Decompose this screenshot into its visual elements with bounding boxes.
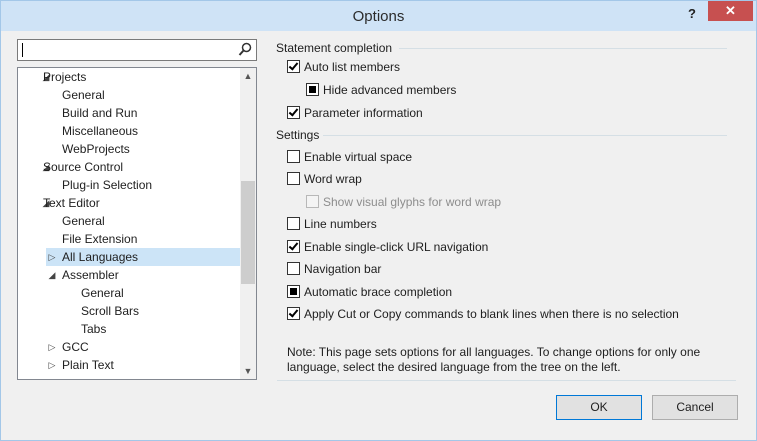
section-divider <box>399 48 727 49</box>
tree-item-label: General <box>81 286 124 300</box>
scroll-up-icon[interactable]: ▲ <box>240 68 256 84</box>
tree-item-label: Build and Run <box>62 106 138 120</box>
tree-item-label: WebProjects <box>62 142 130 156</box>
tree-item-text-editor[interactable]: ◢ Text Editor <box>18 194 240 212</box>
parameter-information-checkbox[interactable] <box>287 106 300 119</box>
tree-item-source-control[interactable]: ◢ Source Control <box>18 158 240 176</box>
help-button[interactable]: ? <box>681 3 703 25</box>
tree-scrollbar[interactable]: ▲ ▼ <box>240 68 256 379</box>
apply-cut-copy-checkbox[interactable] <box>287 307 300 320</box>
scroll-down-icon[interactable]: ▼ <box>240 363 256 379</box>
search-input[interactable] <box>17 39 257 61</box>
line-numbers-checkbox[interactable] <box>287 217 300 230</box>
tree-item-gcc[interactable]: ▷ GCC <box>18 338 240 356</box>
statement-completion-header: Statement completion <box>276 41 393 55</box>
tree-item-plain-text[interactable]: ▷ Plain Text <box>18 356 240 374</box>
option-label: Show visual glyphs for word wrap <box>323 195 502 209</box>
tree-item-label: Plain Text <box>62 358 114 372</box>
options-tree[interactable]: ◢ Projects General Build and Run Miscell… <box>17 67 257 380</box>
tree-item-file-extension[interactable]: File Extension <box>18 230 240 248</box>
option-label: Enable single-click URL navigation <box>304 240 489 254</box>
navigation-bar-checkbox[interactable] <box>287 262 300 275</box>
option-label: Auto list members <box>304 60 401 74</box>
tree-item-label: File Extension <box>62 232 138 246</box>
tree-item-label: General <box>62 214 105 228</box>
footer-divider <box>277 380 736 381</box>
collapse-icon[interactable]: ◢ <box>46 266 58 284</box>
tree-item-assembler[interactable]: ◢ Assembler <box>18 266 240 284</box>
option-label: Word wrap <box>304 172 362 186</box>
tree-item-label: Tabs <box>81 322 107 336</box>
tree-item-label: GCC <box>62 340 89 354</box>
tree-item-miscellaneous[interactable]: Miscellaneous <box>18 122 240 140</box>
note-text: Note: This page sets options for all lan… <box>287 345 701 374</box>
option-label: Parameter information <box>304 106 423 120</box>
word-wrap-checkbox[interactable] <box>287 172 300 185</box>
tree-item-label: Projects <box>43 70 87 84</box>
option-label: Line numbers <box>304 217 377 231</box>
ok-button[interactable]: OK <box>556 395 642 420</box>
tree-item-label: Text Editor <box>43 196 100 210</box>
section-divider <box>323 135 727 136</box>
tree-item-scroll-bars[interactable]: Scroll Bars <box>18 302 240 320</box>
show-visual-glyphs-checkbox <box>306 195 319 208</box>
tree-item-general[interactable]: General <box>18 86 240 104</box>
tree-item-general[interactable]: General <box>18 212 240 230</box>
text-caret <box>22 43 23 57</box>
tree-item-label: Source Control <box>43 160 124 174</box>
tree-item-label: Scroll Bars <box>81 304 140 318</box>
option-label: Apply Cut or Copy commands to blank line… <box>304 307 679 321</box>
single-click-url-checkbox[interactable] <box>287 240 300 253</box>
tree-item-all-languages[interactable]: ▷ All Languages <box>46 248 240 266</box>
expand-icon[interactable]: ▷ <box>46 338 58 356</box>
title-bar: Options ? ✕ <box>1 1 756 31</box>
tree-item-label: Assembler <box>62 268 119 282</box>
tree-item-label: Plug-in Selection <box>62 178 153 192</box>
option-label: Navigation bar <box>304 262 382 276</box>
expand-icon[interactable]: ▷ <box>46 248 58 266</box>
tree-item-webprojects[interactable]: WebProjects <box>18 140 240 158</box>
window-title: Options <box>352 8 405 25</box>
cancel-button[interactable]: Cancel <box>652 395 738 420</box>
option-label: Enable virtual space <box>304 150 413 164</box>
tree-item-label: General <box>62 88 105 102</box>
option-label: Automatic brace completion <box>304 285 453 299</box>
tree-item-label: All Languages <box>62 250 139 264</box>
tree-item-build-and-run[interactable]: Build and Run <box>18 104 240 122</box>
option-label: Hide advanced members <box>323 83 457 97</box>
options-dialog: Options ? ✕ ◢ Projects General Build and… <box>0 0 757 441</box>
tree-item-projects[interactable]: ◢ Projects <box>18 68 240 86</box>
settings-header: Settings <box>276 128 320 142</box>
enable-virtual-space-checkbox[interactable] <box>287 150 300 163</box>
expand-icon[interactable]: ▷ <box>46 356 58 374</box>
search-icon[interactable] <box>238 42 252 58</box>
auto-list-members-checkbox[interactable] <box>287 60 300 73</box>
tree-item-general[interactable]: General <box>18 284 240 302</box>
scroll-thumb[interactable] <box>241 181 255 284</box>
close-button[interactable]: ✕ <box>708 1 753 21</box>
hide-advanced-members-checkbox[interactable] <box>306 83 319 96</box>
tree-item-plugin-selection[interactable]: Plug-in Selection <box>18 176 240 194</box>
automatic-brace-checkbox[interactable] <box>287 285 300 298</box>
tree-item-tabs[interactable]: Tabs <box>18 320 240 338</box>
tree-item-label: Miscellaneous <box>62 124 139 138</box>
